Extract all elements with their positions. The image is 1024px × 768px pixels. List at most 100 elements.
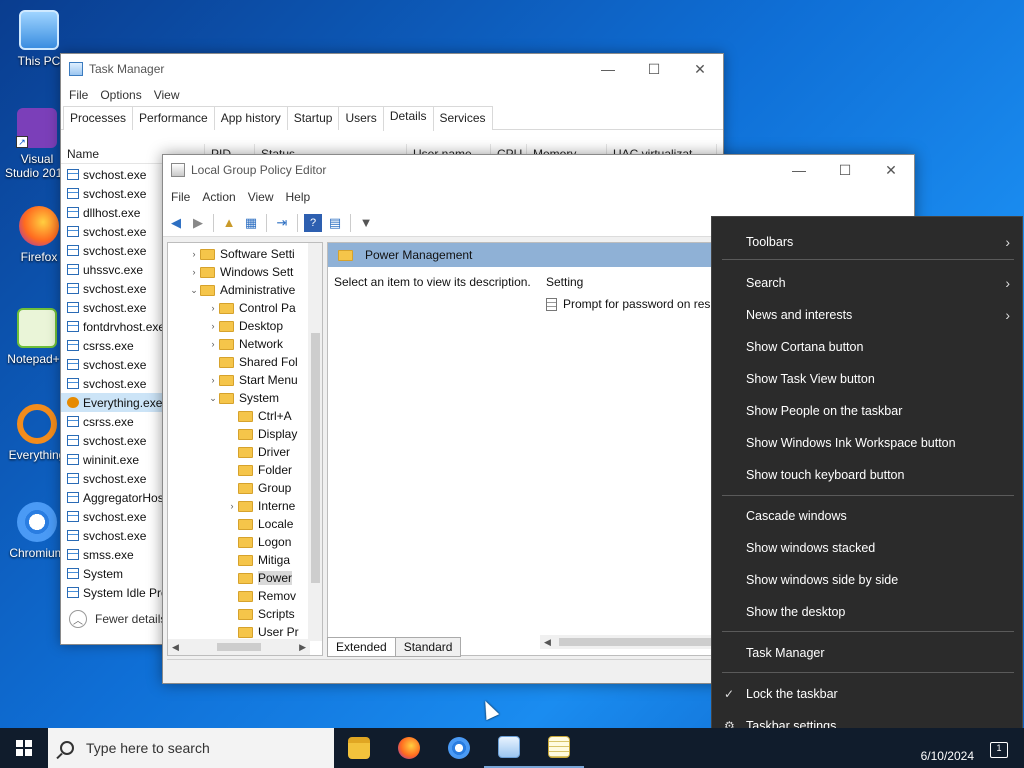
process-row[interactable]: dllhost.exe [61,203,163,222]
scroll-left-icon[interactable]: ◀ [172,642,179,653]
up-folder-icon[interactable]: ▲ [220,214,238,232]
chevron-right-icon[interactable]: › [207,303,219,313]
tree-item[interactable]: Logon [168,533,322,551]
context-menu-item[interactable]: Show People on the taskbar [712,398,1022,424]
process-row[interactable]: System [61,564,163,583]
chevron-right-icon[interactable]: › [188,267,200,277]
process-row[interactable]: csrss.exe [61,336,163,355]
taskbar-firefox[interactable] [384,728,434,768]
context-menu-item[interactable]: Show windows side by side [712,567,1022,593]
back-arrow-icon[interactable]: ◀ [167,214,185,232]
tree-item[interactable]: › Desktop [168,317,322,335]
process-row[interactable]: smss.exe [61,545,163,564]
process-row[interactable]: svchost.exe [61,165,163,184]
chevron-right-icon[interactable]: › [207,339,219,349]
tab-standard[interactable]: Standard [394,637,462,657]
export-list-icon[interactable]: ⇥ [273,214,291,232]
process-row[interactable]: uhssvc.exe [61,260,163,279]
process-row[interactable]: AggregatorHost [61,488,163,507]
process-row[interactable]: Everything.exe [61,393,163,412]
menu-file[interactable]: File [167,190,194,204]
tree-item[interactable]: Scripts [168,605,322,623]
context-menu-item[interactable]: News and interests › [712,302,1022,328]
context-menu-item[interactable]: Task Manager [712,640,1022,666]
taskbar-task-manager[interactable] [484,728,534,768]
setting-row[interactable]: Prompt for password on resu [546,297,717,311]
chevron-down-icon[interactable]: ⌄ [188,285,200,296]
taskbar-file-explorer[interactable] [334,728,384,768]
menu-file[interactable]: File [65,88,92,102]
scroll-left-icon[interactable]: ◀ [544,637,551,648]
context-menu-item[interactable]: Show the desktop [712,599,1022,625]
process-row[interactable]: svchost.exe [61,374,163,393]
context-menu-item[interactable]: Search › [712,270,1022,296]
process-row[interactable]: svchost.exe [61,431,163,450]
tree-item[interactable]: Ctrl+A [168,407,322,425]
process-row[interactable]: csrss.exe [61,412,163,431]
maximize-button[interactable]: ☐ [822,155,868,185]
process-row[interactable]: svchost.exe [61,184,163,203]
process-row[interactable]: svchost.exe [61,355,163,374]
tree-item[interactable]: › Control Pa [168,299,322,317]
chevron-right-icon[interactable]: › [188,249,200,259]
taskbar-notepad[interactable] [534,728,584,768]
process-row[interactable]: svchost.exe [61,526,163,545]
context-menu-item[interactable]: Show Windows Ink Workspace button [712,430,1022,456]
show-hide-tree-icon[interactable]: ▦ [242,214,260,232]
process-row[interactable]: svchost.exe [61,222,163,241]
minimize-button[interactable]: — [585,54,631,84]
maximize-button[interactable]: ☐ [631,54,677,84]
tree-item[interactable]: Group [168,479,322,497]
tree-horizontal-scrollbar[interactable]: ◀ ▶ [168,639,310,655]
notification-badge[interactable]: 1 [990,742,1008,758]
setting-column-header[interactable]: Setting [546,275,583,289]
tree-item[interactable]: › Software Setti [168,245,322,263]
process-row[interactable]: svchost.exe [61,507,163,526]
chevron-right-icon[interactable]: › [226,501,238,511]
tree-item[interactable]: Remov [168,587,322,605]
tree-item[interactable]: › Start Menu [168,371,322,389]
properties-icon[interactable]: ▤ [326,214,344,232]
filter-icon[interactable]: ▼ [357,214,375,232]
tree-item[interactable]: › Windows Sett [168,263,322,281]
menu-view[interactable]: View [150,88,184,102]
context-menu-item[interactable]: Toolbars › [712,229,1022,255]
process-row[interactable]: System Idle Pro [61,583,163,602]
close-button[interactable]: ✕ [868,155,914,185]
scroll-right-icon[interactable]: ▶ [299,642,306,653]
tree-item[interactable]: Locale [168,515,322,533]
scrollbar-thumb[interactable] [558,638,719,646]
tab-extended[interactable]: Extended [327,637,396,657]
tree-item[interactable]: ⌄ System [168,389,322,407]
context-menu-item[interactable]: Show Task View button [712,366,1022,392]
context-menu-item[interactable]: Cascade windows [712,503,1022,529]
clock-date[interactable]: 6/10/2024 [921,749,974,763]
forward-arrow-icon[interactable]: ▶ [189,214,207,232]
chevron-right-icon[interactable]: › [207,321,219,331]
tab-processes[interactable]: Processes [63,106,134,130]
chevron-right-icon[interactable]: › [207,375,219,385]
tab-performance[interactable]: Performance [132,106,215,130]
context-menu-item[interactable]: Show Cortana button [712,334,1022,360]
scrollbar-thumb[interactable] [217,643,261,651]
tree-item[interactable]: › Interne [168,497,322,515]
taskbar-chromium[interactable] [434,728,484,768]
tree-item[interactable]: Driver [168,443,322,461]
menu-view[interactable]: View [244,190,278,204]
menu-options[interactable]: Options [96,88,145,102]
tree-vertical-scrollbar[interactable] [308,243,322,641]
close-button[interactable]: ✕ [677,54,723,84]
process-row[interactable]: svchost.exe [61,469,163,488]
tree-item[interactable]: Folder [168,461,322,479]
tree-item[interactable]: › Network [168,335,322,353]
context-menu-item[interactable]: Show touch keyboard button [712,462,1022,488]
process-row[interactable]: svchost.exe [61,279,163,298]
minimize-button[interactable]: — [776,155,822,185]
tree-item[interactable]: Shared Fol [168,353,322,371]
context-menu-item[interactable]: Show windows stacked [712,535,1022,561]
scrollbar-thumb[interactable] [311,333,320,583]
help-icon[interactable]: ? [304,213,322,232]
menu-help[interactable]: Help [282,190,315,204]
fewer-details-button[interactable]: ︿ Fewer details [69,610,166,628]
start-button[interactable] [0,728,48,768]
